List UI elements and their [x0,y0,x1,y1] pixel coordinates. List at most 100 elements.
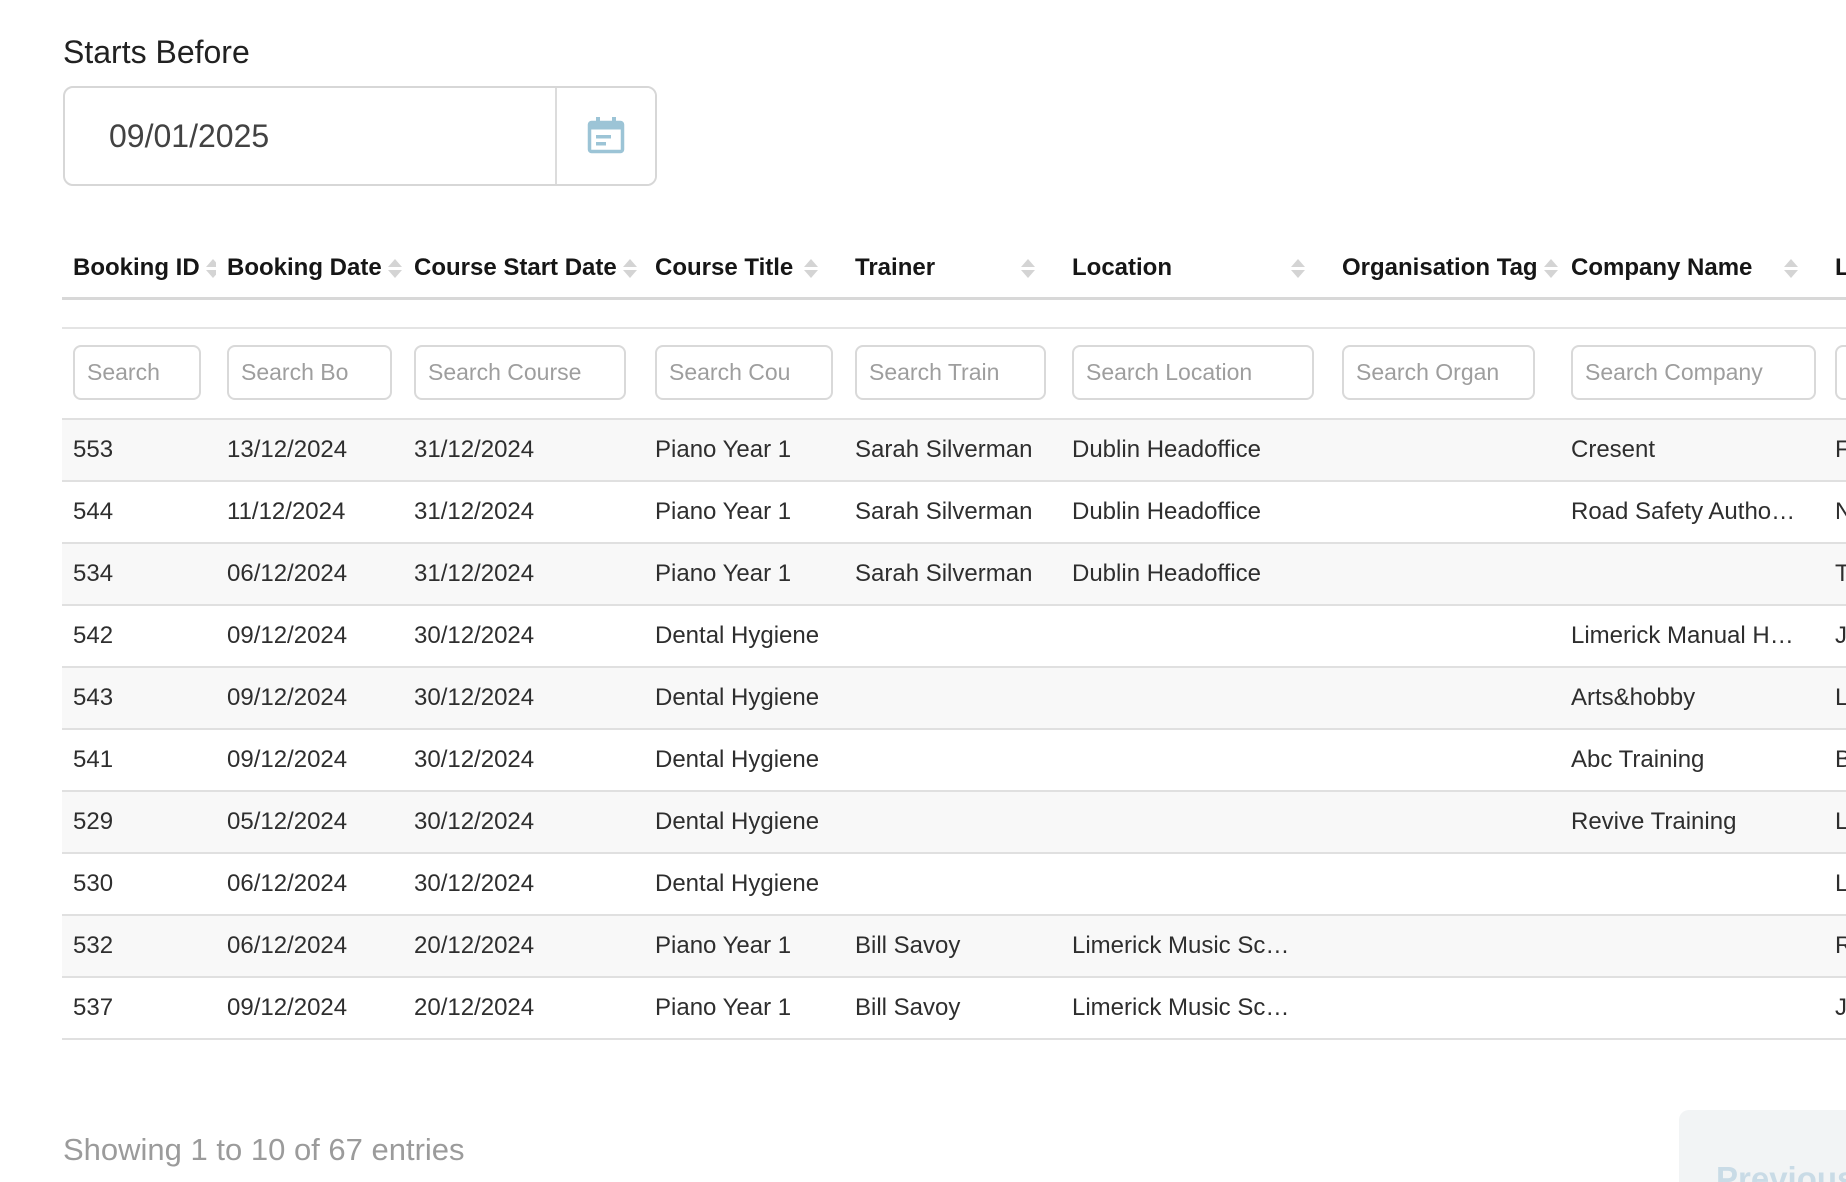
sort-arrows-icon [623,259,637,278]
column-header-company-name[interactable]: Company Name [1560,241,1824,299]
table-row: 54209/12/202430/12/2024Dental HygieneLim… [62,605,1846,667]
column-header-course-start-date[interactable]: Course Start Date [403,241,644,299]
date-input-group [63,86,657,186]
column-search-input-booking-id[interactable] [73,345,201,400]
cell [1061,605,1331,667]
sort-arrows-icon [804,259,818,278]
column-header-trainer[interactable]: Trainer [844,241,1061,299]
header-spacer-row [62,299,1846,328]
column-header-le[interactable]: Le [1824,241,1846,299]
cell: 31/12/2024 [403,481,644,543]
cell: Limerick Manual H… [1560,605,1824,667]
cell: Dental Hygiene [644,853,844,915]
column-label: Trainer [855,254,935,282]
cell: N [1824,481,1846,543]
cell: Ro [1824,915,1846,977]
table-row: 55313/12/202431/12/2024Piano Year 1Sarah… [62,419,1846,481]
cell [1331,915,1560,977]
cell: 09/12/2024 [216,977,403,1039]
cell: 31/12/2024 [403,419,644,481]
column-search-input-course-start-date[interactable] [414,345,626,400]
cell [844,791,1061,853]
column-label: Le [1835,254,1846,282]
column-search-input-le[interactable] [1835,345,1846,400]
previous-button[interactable]: Previous [1679,1110,1846,1182]
cell [1560,543,1824,605]
bookings-page: Starts Before Booking IDB [0,0,1846,1182]
cell: 09/12/2024 [216,729,403,791]
showing-entries-text: Showing 1 to 10 of 67 entries [63,1132,465,1168]
cell: Piano Year 1 [644,977,844,1039]
cell: 542 [62,605,216,667]
cell: 529 [62,791,216,853]
cell: 20/12/2024 [403,915,644,977]
bookings-table: Booking ID Booking Date Course Start Date C… [62,241,1846,1040]
sort-arrows-icon [388,259,402,278]
cell: 532 [62,915,216,977]
cell: 30/12/2024 [403,853,644,915]
search-cell-booking-date [216,328,403,419]
table-body: 55313/12/202431/12/2024Piano Year 1Sarah… [62,419,1846,1039]
table-row: 53006/12/202430/12/2024Dental HygieneLi [62,853,1846,915]
column-label: Company Name [1571,254,1752,282]
cell: 30/12/2024 [403,729,644,791]
cell [1331,667,1560,729]
column-header-organisation-tag[interactable]: Organisation Tag [1331,241,1560,299]
cell: 11/12/2024 [216,481,403,543]
cell [1061,791,1331,853]
cell: 05/12/2024 [216,791,403,853]
cell: Bi [1824,729,1846,791]
search-cell-location [1061,328,1331,419]
cell: Dublin Headoffice [1061,543,1331,605]
cell: Ja [1824,605,1846,667]
cell: Lu [1824,667,1846,729]
search-cell-course-title [644,328,844,419]
column-label: Booking ID [73,254,200,282]
column-header-booking-date[interactable]: Booking Date [216,241,403,299]
cell [844,729,1061,791]
column-header-course-title[interactable]: Course Title [644,241,844,299]
sort-arrows-icon [1291,259,1305,278]
cell: 30/12/2024 [403,605,644,667]
cell: 30/12/2024 [403,667,644,729]
cell: Piano Year 1 [644,481,844,543]
sort-arrows-icon [1784,259,1798,278]
column-header-booking-id[interactable]: Booking ID [62,241,216,299]
sort-arrows-icon [1021,259,1035,278]
column-label: Course Start Date [414,254,617,282]
column-search-input-location[interactable] [1072,345,1314,400]
cell [844,853,1061,915]
cell: 534 [62,543,216,605]
column-search-input-booking-date[interactable] [227,345,392,400]
table-row: 54309/12/202430/12/2024Dental HygieneArt… [62,667,1846,729]
calendar-button[interactable] [555,88,655,184]
search-cell-trainer [844,328,1061,419]
search-cell-organisation-tag [1331,328,1560,419]
cell: Piano Year 1 [644,915,844,977]
cell: 09/12/2024 [216,667,403,729]
cell: 537 [62,977,216,1039]
cell: Bill Savoy [844,915,1061,977]
cell: Fi [1824,419,1846,481]
column-search-input-company-name[interactable] [1571,345,1816,400]
cell: 20/12/2024 [403,977,644,1039]
cell: Piano Year 1 [644,543,844,605]
cell: 13/12/2024 [216,419,403,481]
calendar-icon [584,113,628,160]
cell [1560,915,1824,977]
cell: Dental Hygiene [644,791,844,853]
search-cell-le [1824,328,1846,419]
cell: Dental Hygiene [644,667,844,729]
cell: Arts&hobby [1560,667,1824,729]
column-search-input-course-title[interactable] [655,345,833,400]
table-row: 53406/12/202431/12/2024Piano Year 1Sarah… [62,543,1846,605]
header-spacer [62,299,1846,328]
table-row: 53206/12/202420/12/2024Piano Year 1Bill … [62,915,1846,977]
column-search-input-organisation-tag[interactable] [1342,345,1535,400]
column-header-location[interactable]: Location [1061,241,1331,299]
cell [1560,853,1824,915]
cell: Revive Training [1560,791,1824,853]
cell: 06/12/2024 [216,543,403,605]
column-search-input-trainer[interactable] [855,345,1046,400]
starts-before-date-input[interactable] [65,88,555,184]
